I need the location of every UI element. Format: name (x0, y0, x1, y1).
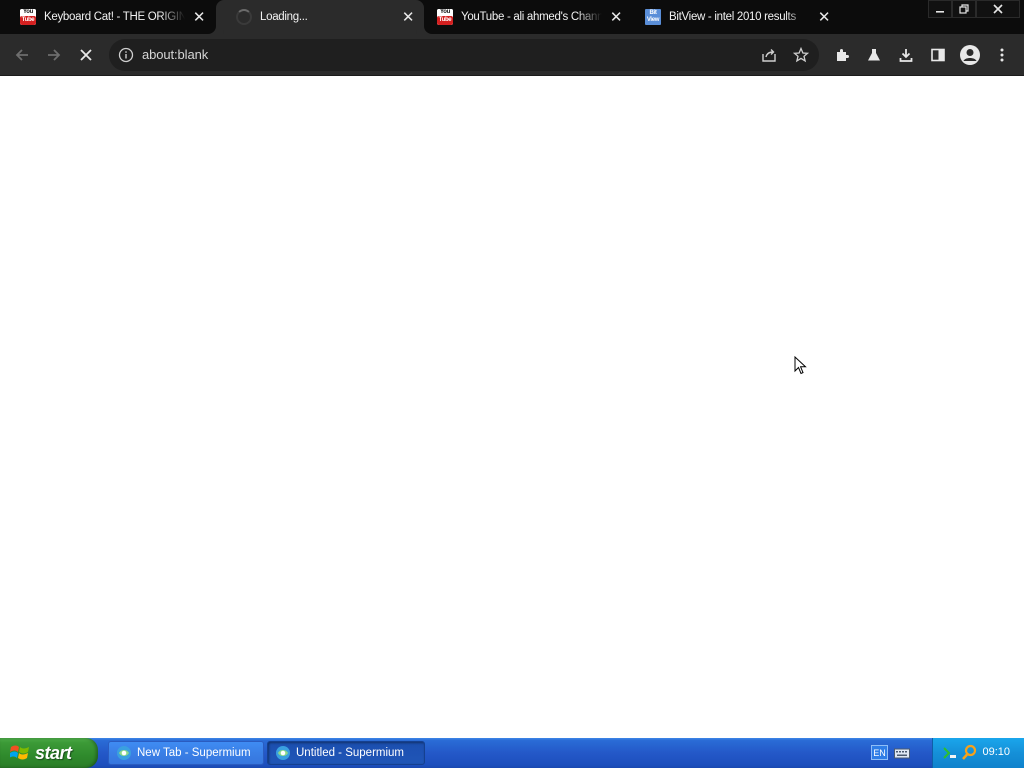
share-button[interactable] (759, 45, 779, 65)
keyboard-icon[interactable] (894, 746, 910, 760)
close-window-button[interactable] (976, 0, 1020, 18)
tab-close-icon[interactable]: ✕ (400, 9, 416, 26)
forward-icon (48, 49, 61, 61)
tab-title: YouTube - ali ahmed's Channel (461, 11, 602, 23)
tab-bitview[interactable]: Bit View BitView - intel 2010 results ✕ (625, 0, 840, 34)
tab-youtube-channel[interactable]: You Tube YouTube - ali ahmed's Channel ✕ (417, 0, 632, 34)
tab-loading[interactable]: Loading... ✕ (216, 0, 424, 34)
tab-close-icon[interactable]: ✕ (816, 9, 832, 26)
close-icon (993, 4, 1003, 14)
youtube-favicon-icon: You Tube (20, 9, 36, 25)
task-label: New Tab - Supermium (137, 747, 251, 759)
supermium-icon (276, 746, 290, 760)
tab-strip: You Tube Keyboard Cat! - THE ORIGINAL! ✕… (0, 0, 1024, 34)
taskbar-item-new-tab[interactable]: New Tab - Supermium (108, 741, 264, 765)
network-icon[interactable] (941, 745, 957, 761)
profile-button[interactable] (956, 41, 984, 69)
system-tray: 09:10 (932, 738, 1024, 768)
youtube-favicon-icon: You Tube (437, 9, 453, 25)
stop-button[interactable] (72, 41, 100, 69)
tab-keyboard-cat[interactable]: You Tube Keyboard Cat! - THE ORIGINAL! ✕ (0, 0, 215, 34)
tab-title: Loading... (260, 11, 308, 23)
loading-spinner-icon (236, 9, 252, 25)
mouse-cursor-icon (794, 356, 807, 375)
supermium-icon (117, 746, 131, 760)
task-label: Untitled - Supermium (296, 747, 405, 759)
bitview-favicon-icon: Bit View (645, 9, 661, 25)
taskbar-item-untitled[interactable]: Untitled - Supermium (267, 741, 425, 765)
stop-icon (80, 49, 92, 61)
search-icon[interactable] (961, 744, 977, 762)
tab-title: BitView - intel 2010 results (669, 11, 796, 23)
minimize-button[interactable] (928, 0, 952, 18)
star-icon (793, 47, 809, 63)
menu-button[interactable] (988, 41, 1016, 69)
labs-icon (868, 49, 880, 61)
side-panel-icon (931, 48, 945, 62)
restore-button[interactable] (952, 0, 976, 18)
address-bar[interactable]: about:blank (109, 39, 819, 71)
clock[interactable]: 09:10 (982, 746, 1010, 758)
downloads-button[interactable] (892, 41, 920, 69)
forward-button[interactable] (40, 41, 68, 69)
tab-close-icon[interactable]: ✕ (191, 9, 207, 26)
minimize-icon (936, 11, 944, 13)
windows-logo-icon (10, 745, 29, 760)
profile-icon (960, 45, 980, 65)
info-icon[interactable] (118, 47, 134, 63)
side-panel-button[interactable] (924, 41, 952, 69)
share-icon (762, 49, 776, 62)
restore-icon (959, 4, 969, 14)
language-indicator[interactable]: EN (871, 745, 888, 760)
tab-close-icon[interactable]: ✕ (608, 9, 624, 26)
windows-taskbar: start New Tab - Supermium Untitled - Sup… (0, 738, 1024, 768)
back-icon (15, 49, 28, 61)
extensions-button[interactable] (828, 41, 856, 69)
browser-toolbar: about:blank (0, 34, 1024, 76)
extensions-icon (837, 49, 849, 61)
window-controls (928, 0, 1020, 18)
page-content[interactable] (0, 77, 1024, 737)
menu-icon (1000, 48, 1004, 62)
start-button[interactable]: start (0, 738, 98, 768)
download-icon (899, 49, 913, 62)
start-label: start (35, 742, 72, 763)
labs-button[interactable] (860, 41, 888, 69)
tab-title: Keyboard Cat! - THE ORIGINAL! (44, 11, 185, 23)
address-text: about:blank (142, 47, 209, 62)
back-button[interactable] (8, 41, 36, 69)
bookmark-button[interactable] (791, 45, 811, 65)
